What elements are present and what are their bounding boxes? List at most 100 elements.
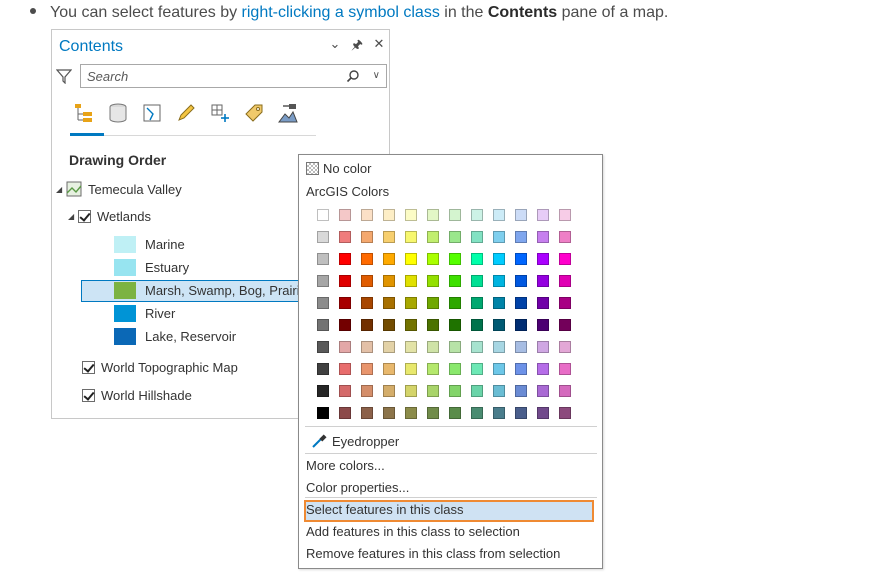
color-swatch[interactable] (537, 231, 549, 243)
close-icon[interactable]: ✕ (373, 36, 385, 58)
color-swatch[interactable] (515, 341, 527, 353)
color-swatch[interactable] (405, 363, 417, 375)
color-swatch[interactable] (559, 231, 571, 243)
color-swatch[interactable] (427, 385, 439, 397)
color-swatch[interactable] (405, 231, 417, 243)
list-by-labeling-icon[interactable] (240, 100, 268, 126)
expand-triangle-icon[interactable]: ◢ (56, 185, 66, 194)
color-swatch[interactable] (405, 319, 417, 331)
color-swatch[interactable] (383, 341, 395, 353)
color-swatch[interactable] (317, 319, 329, 331)
color-swatch[interactable] (537, 275, 549, 287)
color-swatch[interactable] (361, 407, 373, 419)
color-swatch[interactable] (317, 275, 329, 287)
color-swatch[interactable] (537, 385, 549, 397)
color-swatch[interactable] (449, 297, 461, 309)
class-swatch[interactable] (114, 236, 136, 253)
color-swatch[interactable] (405, 209, 417, 221)
color-swatch[interactable] (471, 407, 483, 419)
color-swatch[interactable] (405, 253, 417, 265)
color-swatch[interactable] (559, 363, 571, 375)
search-options-chevron-icon[interactable]: ∨ (373, 70, 380, 81)
color-swatch[interactable] (339, 253, 351, 265)
color-swatch[interactable] (383, 407, 395, 419)
color-swatch[interactable] (515, 253, 527, 265)
color-swatch[interactable] (339, 363, 351, 375)
color-swatch[interactable] (427, 341, 439, 353)
color-swatch[interactable] (493, 341, 505, 353)
color-swatch[interactable] (427, 363, 439, 375)
list-by-source-icon[interactable] (104, 100, 132, 126)
class-row[interactable]: Lake, Reservoir (114, 328, 236, 345)
color-swatch[interactable] (493, 275, 505, 287)
color-swatch[interactable] (471, 297, 483, 309)
color-swatch[interactable] (427, 231, 439, 243)
select-features-item[interactable]: Select features in this class (306, 502, 464, 517)
color-swatch[interactable] (515, 407, 527, 419)
color-swatch[interactable] (559, 209, 571, 221)
color-swatch[interactable] (559, 319, 571, 331)
class-swatch[interactable] (114, 328, 136, 345)
basemap-row[interactable]: World Hillshade (82, 388, 192, 403)
color-swatch[interactable] (493, 319, 505, 331)
color-swatch[interactable] (339, 341, 351, 353)
color-swatch[interactable] (427, 253, 439, 265)
color-swatch[interactable] (471, 319, 483, 331)
color-swatch[interactable] (317, 363, 329, 375)
color-swatch[interactable] (361, 319, 373, 331)
color-swatch[interactable] (427, 209, 439, 221)
color-swatch[interactable] (515, 231, 527, 243)
color-swatch[interactable] (471, 253, 483, 265)
color-swatch[interactable] (471, 275, 483, 287)
list-by-drawing-order-icon[interactable] (70, 100, 98, 126)
color-swatch[interactable] (449, 209, 461, 221)
color-swatch[interactable] (559, 385, 571, 397)
color-swatch[interactable] (361, 363, 373, 375)
color-swatch[interactable] (339, 209, 351, 221)
color-swatch[interactable] (493, 363, 505, 375)
color-swatch[interactable] (339, 385, 351, 397)
color-swatch[interactable] (405, 385, 417, 397)
color-swatch[interactable] (493, 209, 505, 221)
map-row[interactable]: ◢ Temecula Valley (56, 181, 182, 197)
color-swatch[interactable] (361, 385, 373, 397)
color-swatch[interactable] (515, 319, 527, 331)
color-swatch[interactable] (383, 385, 395, 397)
color-swatch[interactable] (449, 319, 461, 331)
filter-icon[interactable] (56, 68, 72, 84)
color-swatch[interactable] (339, 275, 351, 287)
color-swatch[interactable] (361, 275, 373, 287)
color-swatch[interactable] (405, 275, 417, 287)
color-swatch[interactable] (383, 275, 395, 287)
intro-link[interactable]: right-clicking a symbol class (242, 4, 440, 21)
expand-triangle-icon[interactable]: ◢ (68, 212, 78, 221)
color-swatch[interactable] (449, 363, 461, 375)
color-swatch[interactable] (559, 297, 571, 309)
class-swatch[interactable] (114, 305, 136, 322)
class-row-selected[interactable]: Marsh, Swamp, Bog, Prairie (114, 282, 307, 299)
color-swatch[interactable] (361, 341, 373, 353)
color-swatch[interactable] (449, 385, 461, 397)
color-swatch[interactable] (317, 231, 329, 243)
color-swatch[interactable] (515, 209, 527, 221)
color-swatch[interactable] (559, 341, 571, 353)
layer-visibility-checkbox[interactable] (78, 210, 91, 223)
layer-row-wetlands[interactable]: ◢ Wetlands (68, 209, 151, 224)
color-swatch[interactable] (339, 407, 351, 419)
class-swatch[interactable] (114, 259, 136, 276)
no-color-item[interactable]: No color (323, 161, 371, 176)
layer-visibility-checkbox[interactable] (82, 389, 95, 402)
color-swatch[interactable] (493, 407, 505, 419)
class-row[interactable]: Estuary (114, 259, 189, 276)
color-swatch[interactable] (537, 407, 549, 419)
list-by-selection-icon[interactable] (138, 100, 166, 126)
color-swatch[interactable] (427, 297, 439, 309)
color-swatch[interactable] (449, 407, 461, 419)
color-swatch[interactable] (383, 253, 395, 265)
color-swatch[interactable] (339, 231, 351, 243)
color-properties-item[interactable]: Color properties... (306, 480, 409, 495)
color-swatch[interactable] (515, 297, 527, 309)
chevron-down-icon[interactable]: ⌄ (329, 36, 341, 58)
color-swatch[interactable] (559, 253, 571, 265)
color-swatch[interactable] (317, 407, 329, 419)
